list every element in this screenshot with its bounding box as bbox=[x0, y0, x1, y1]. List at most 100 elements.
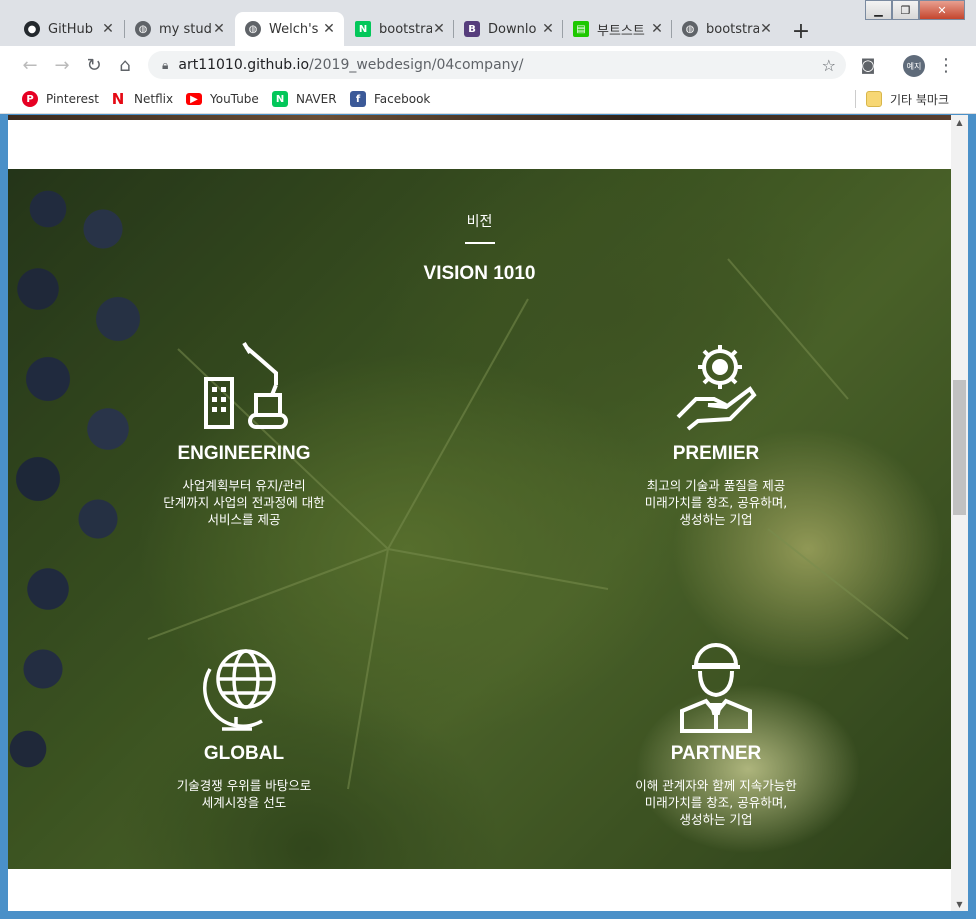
feature-description: 이해 관계자와 함께 지속가능한 미래가치를 창조, 공유하며, 생성하는 기업 bbox=[586, 777, 846, 828]
tab-title: Welch's bbox=[269, 21, 319, 37]
close-icon[interactable]: ✕ bbox=[432, 21, 446, 37]
bookmark-label: Netflix bbox=[134, 92, 174, 106]
desc-line: 세계시장을 선도 bbox=[201, 795, 287, 810]
section-subtitle: 비전 bbox=[466, 214, 493, 230]
tab-bootstrap[interactable]: ◍ bootstra ✕ bbox=[672, 12, 781, 46]
window-controls: ▁ ❐ ✕ bbox=[865, 0, 965, 20]
menu-kebab-icon[interactable]: ⋮ bbox=[935, 54, 957, 76]
feature-engineering: ENGINEERING 사업계획부터 유지/관리 단계까지 사업의 전과정에 대… bbox=[114, 339, 374, 528]
tab-my-study[interactable]: ◍ my stud ✕ bbox=[125, 12, 234, 46]
toolbar: ← → ↻ ⌂ 🔒︎ art11010.github.io /2019_webd… bbox=[0, 46, 976, 84]
naver-icon: N bbox=[355, 21, 371, 37]
facebook-icon: f bbox=[350, 91, 366, 107]
other-bookmarks-label: 기타 북마크 bbox=[890, 92, 950, 107]
gear-hand-icon bbox=[676, 345, 757, 431]
close-icon[interactable]: ✕ bbox=[759, 21, 773, 37]
feature-title: GLOBAL bbox=[203, 743, 285, 764]
bootstrap-icon: B bbox=[464, 21, 480, 37]
tab-bootstrap-kr[interactable]: ▤ 부트스트 ✕ bbox=[563, 12, 672, 46]
browser-window: ▁ ❐ ✕ ● GitHub ✕ ◍ my stud ✕ ◍ Welch's ✕ bbox=[0, 0, 976, 919]
globe-icon: ◍ bbox=[682, 21, 698, 37]
worker-icon bbox=[680, 643, 752, 733]
construction-icon bbox=[204, 341, 288, 429]
minimize-button[interactable]: ▁ bbox=[865, 0, 892, 20]
bookmark-youtube[interactable]: ▶ YouTube bbox=[186, 89, 259, 109]
bookmark-facebook[interactable]: f Facebook bbox=[350, 89, 430, 109]
feature-description: 사업계획부터 유지/관리 단계까지 사업의 전과정에 대한 서비스를 제공 bbox=[114, 477, 374, 528]
bookmark-netflix[interactable]: N Netflix bbox=[110, 89, 173, 109]
tab-title: 부트스트 bbox=[597, 23, 645, 39]
feature-title: PREMIER bbox=[672, 443, 760, 464]
title-divider bbox=[465, 242, 495, 244]
globe-icon: ◍ bbox=[135, 21, 151, 37]
feature-description: 기술경쟁 우위를 바탕으로 세계시장을 선도 bbox=[114, 777, 374, 811]
globe-icon: ◍ bbox=[245, 21, 261, 37]
desc-line: 미래가치를 창조, 공유하며, bbox=[644, 495, 788, 510]
tab-title: bootstra bbox=[706, 21, 759, 37]
bookmark-naver[interactable]: N NAVER bbox=[272, 89, 337, 109]
desc-line: 기술경쟁 우위를 바탕으로 bbox=[176, 778, 312, 793]
desc-line: 사업계획부터 유지/관리 bbox=[182, 478, 306, 493]
tab-bootstrap-naver[interactable]: N bootstra ✕ bbox=[345, 12, 454, 46]
maximize-button[interactable]: ❐ bbox=[892, 0, 919, 20]
tab-strip: ▁ ❐ ✕ ● GitHub ✕ ◍ my stud ✕ ◍ Welch's ✕ bbox=[0, 0, 976, 46]
scroll-up-arrow-icon[interactable]: ▲ bbox=[951, 115, 968, 129]
vision-section: 비전 VISION 1010 ENGINEERING 사업계획부터 유지/관리 … bbox=[8, 169, 951, 869]
tab-title: GitHub bbox=[48, 21, 94, 37]
profile-avatar[interactable]: 예지 bbox=[903, 55, 925, 77]
feature-description: 최고의 기술과 품질을 제공 미래가치를 창조, 공유하며, 생성하는 기업 bbox=[586, 477, 846, 528]
desc-line: 단계까지 사업의 전과정에 대한 bbox=[163, 495, 325, 510]
scrollbar-thumb[interactable] bbox=[953, 380, 966, 515]
tab-welchs-active[interactable]: ◍ Welch's ✕ bbox=[235, 12, 344, 46]
new-tab-button[interactable]: + bbox=[787, 17, 815, 45]
pinterest-icon: P bbox=[22, 91, 38, 107]
bookmarks-bar: P Pinterest N Netflix ▶ YouTube N NAVER … bbox=[0, 84, 976, 114]
camera-icon[interactable]: ◙ bbox=[857, 54, 879, 76]
previous-section-image-edge bbox=[8, 115, 951, 120]
lock-icon: 🔒︎ bbox=[162, 57, 169, 72]
close-window-button[interactable]: ✕ bbox=[919, 0, 965, 20]
globe-icon bbox=[203, 649, 276, 731]
close-icon[interactable]: ✕ bbox=[322, 21, 336, 37]
tab-title: bootstra bbox=[379, 21, 432, 37]
url-host: art11010.github.io bbox=[178, 57, 310, 73]
address-bar[interactable]: 🔒︎ art11010.github.io /2019_webdesign/04… bbox=[148, 51, 846, 79]
home-icon[interactable]: ⌂ bbox=[114, 54, 136, 76]
bookmark-pinterest[interactable]: P Pinterest bbox=[22, 89, 99, 109]
close-icon[interactable]: ✕ bbox=[212, 21, 226, 37]
page-scrollbar[interactable]: ▲ ▼ bbox=[951, 115, 968, 911]
tab-github[interactable]: ● GitHub ✕ bbox=[14, 12, 123, 46]
desc-line: 생성하는 기업 bbox=[679, 512, 753, 527]
scroll-down-arrow-icon[interactable]: ▼ bbox=[951, 897, 968, 911]
tab-download[interactable]: B Downlo ✕ bbox=[454, 12, 563, 46]
github-icon: ● bbox=[24, 21, 40, 37]
section-title: VISION 1010 bbox=[423, 263, 536, 284]
url-path: /2019_webdesign/04company/ bbox=[309, 57, 524, 73]
feature-title: ENGINEERING bbox=[177, 443, 311, 464]
desc-line: 서비스를 제공 bbox=[207, 512, 281, 527]
feature-global: GLOBAL 기술경쟁 우위를 바탕으로 세계시장을 선도 bbox=[114, 639, 374, 811]
bookmark-label: Facebook bbox=[374, 92, 431, 106]
bookmark-label: NAVER bbox=[296, 92, 337, 106]
star-icon[interactable]: ☆ bbox=[822, 56, 836, 75]
other-bookmarks[interactable]: 기타 북마크 bbox=[866, 89, 949, 109]
tab-title: Downlo bbox=[488, 21, 537, 37]
close-icon[interactable]: ✕ bbox=[541, 21, 555, 37]
tab-title: my stud bbox=[159, 21, 212, 37]
bookmark-label: Pinterest bbox=[46, 92, 100, 106]
naver-icon: N bbox=[272, 91, 288, 107]
close-icon[interactable]: ✕ bbox=[650, 21, 664, 37]
forward-arrow-icon[interactable]: → bbox=[51, 54, 73, 76]
folder-icon bbox=[866, 91, 882, 107]
feature-title: PARTNER bbox=[670, 743, 762, 764]
feature-premier: PREMIER 최고의 기술과 품질을 제공 미래가치를 창조, 공유하며, 생… bbox=[586, 339, 846, 528]
back-arrow-icon[interactable]: ← bbox=[19, 54, 41, 76]
close-icon[interactable]: ✕ bbox=[101, 21, 115, 37]
desc-line: 최고의 기술과 품질을 제공 bbox=[646, 478, 786, 493]
reload-icon[interactable]: ↻ bbox=[83, 54, 105, 76]
desc-line: 미래가치를 창조, 공유하며, bbox=[644, 795, 788, 810]
page-viewport: 비전 VISION 1010 ENGINEERING 사업계획부터 유지/관리 … bbox=[8, 115, 951, 911]
youtube-icon: ▶ bbox=[186, 93, 202, 105]
green-doc-icon: ▤ bbox=[573, 21, 589, 37]
desc-line: 생성하는 기업 bbox=[679, 812, 753, 827]
